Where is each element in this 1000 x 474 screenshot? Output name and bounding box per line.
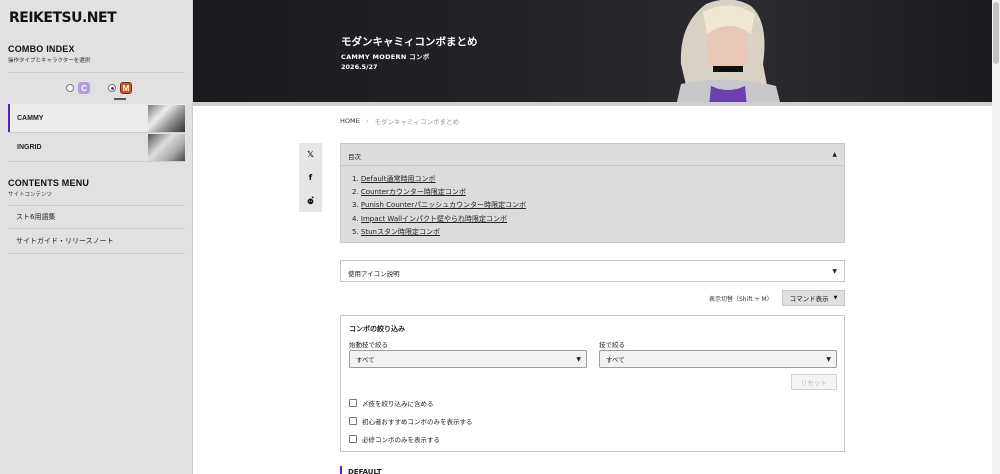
- move-select[interactable]: すべて ▼: [599, 350, 837, 368]
- checkbox-include-finisher[interactable]: 〆技を絞り込みに含める: [349, 398, 434, 408]
- list-item: 4. Impact Wallインパクト壁やられ時限定コンボ: [352, 214, 508, 223]
- classic-radio[interactable]: [66, 84, 74, 92]
- control-mode-selector: C M: [66, 80, 132, 96]
- scrollbar-thumb[interactable]: [993, 2, 999, 64]
- caret-down-icon: ▼: [833, 295, 838, 301]
- facebook-share-icon[interactable]: f: [299, 166, 322, 189]
- reddit-share-icon[interactable]: [299, 189, 322, 212]
- section-heading: DEFAULT: [340, 466, 400, 474]
- command-display-button[interactable]: コマンド表示 ▼: [782, 290, 845, 306]
- page-scrollbar[interactable]: [992, 0, 1000, 474]
- contents-menu-subtitle: サイトコンテンツ: [8, 192, 53, 198]
- reset-button[interactable]: リセット: [791, 374, 837, 390]
- list-item: 1. Default通常時用コンボ: [352, 175, 436, 183]
- filter-title: コンボの絞り込み: [349, 325, 405, 333]
- caret-up-icon[interactable]: ▲: [832, 151, 837, 158]
- divider: [8, 72, 185, 73]
- selected-mode-indicator: [114, 98, 126, 100]
- list-item: 2. Counterカウンター時限定コンボ: [352, 188, 466, 197]
- character-label: INGRID: [17, 143, 42, 151]
- toc-title: 目次: [348, 153, 361, 161]
- checkbox-beginner-only[interactable]: 初心者おすすめコンボのみを表示する: [349, 416, 473, 426]
- chevron-down-icon: ▼: [826, 355, 831, 363]
- character-artwork: [676, 0, 781, 104]
- checkbox[interactable]: [349, 435, 357, 443]
- page-date: 2026.5/27: [341, 63, 378, 71]
- combo-index-title: COMBO INDEX: [8, 44, 75, 54]
- character-item-cammy[interactable]: CAMMY: [8, 104, 185, 132]
- sidebar: REIKETSU.NET COMBO INDEX 操作タイプとキャラクターを選択…: [0, 0, 193, 474]
- hero-banner: モダンキャミィコンボまとめ CAMMY MODERN コンボ 2026.5/27: [193, 0, 992, 104]
- combo-filter-panel: コンボの絞り込み 始動技で絞る すべて ▼ 技で絞る すべて ▼ リセット 〆技…: [340, 315, 845, 452]
- checkbox[interactable]: [349, 417, 357, 425]
- character-thumbnail: [148, 134, 185, 161]
- caret-down-icon: ▼: [832, 268, 837, 275]
- starter-select[interactable]: すべて ▼: [349, 350, 587, 368]
- breadcrumb-home[interactable]: HOME: [340, 117, 360, 125]
- contents-menu-title: CONTENTS MENU: [8, 178, 90, 188]
- checkbox-essential-only[interactable]: 必修コンボのみを表示する: [349, 434, 440, 444]
- toc-link[interactable]: Default通常時用コンボ: [361, 175, 436, 183]
- page-subtitle: CAMMY MODERN コンボ: [341, 53, 430, 61]
- chevron-down-icon: ▼: [576, 355, 581, 363]
- toc-link[interactable]: Stunスタン時限定コンボ: [361, 228, 440, 236]
- modern-radio[interactable]: [108, 84, 116, 92]
- classic-mode-icon[interactable]: C: [78, 82, 90, 94]
- breadcrumb-current: モダンキャミィコンボまとめ: [374, 118, 460, 126]
- toc-link[interactable]: Counterカウンター時限定コンボ: [361, 188, 466, 196]
- page-title: モダンキャミィコンボまとめ: [341, 36, 478, 48]
- display-toggle-label: 表示切替（Shift + M）: [709, 296, 773, 303]
- character-thumbnail: [148, 105, 185, 132]
- table-of-contents: 目次 ▲ 1. Default通常時用コンボ 2. Counterカウンター時限…: [340, 143, 845, 243]
- icon-legend-label: 使用アイコン説明: [348, 270, 400, 278]
- checkbox[interactable]: [349, 399, 357, 407]
- x-share-icon[interactable]: 𝕏: [299, 143, 322, 166]
- breadcrumb: HOME › モダンキャミィコンボまとめ: [340, 116, 459, 126]
- share-bar: 𝕏 f: [299, 143, 322, 212]
- list-item: 5. Stunスタン時限定コンボ: [352, 227, 440, 236]
- menu-item-glossary[interactable]: スト6用語集: [8, 206, 185, 228]
- character-item-ingrid[interactable]: INGRID: [8, 133, 185, 161]
- menu-item-site-guide[interactable]: サイトガイド・リリースノート: [8, 230, 185, 252]
- toc-link[interactable]: Punish Counterパニッシュカウンター時限定コンボ: [361, 201, 526, 209]
- starter-filter-label: 始動技で絞る: [349, 341, 388, 349]
- move-filter-label: 技で絞る: [599, 341, 625, 349]
- site-logo[interactable]: REIKETSU.NET: [9, 10, 117, 26]
- character-label: CAMMY: [17, 114, 44, 122]
- combo-index-subtitle: 操作タイプとキャラクターを選択: [8, 58, 91, 64]
- toc-list: 1. Default通常時用コンボ 2. Counterカウンター時限定コンボ …: [352, 173, 526, 239]
- hero-divider: [193, 102, 992, 106]
- modern-mode-icon[interactable]: M: [120, 82, 132, 94]
- icon-legend-toggle[interactable]: 使用アイコン説明 ▼: [340, 260, 845, 282]
- list-item: 3. Punish Counterパニッシュカウンター時限定コンボ: [352, 201, 527, 210]
- toc-link[interactable]: Impact Wallインパクト壁やられ時限定コンボ: [361, 215, 507, 223]
- chevron-right-icon: ›: [365, 117, 369, 125]
